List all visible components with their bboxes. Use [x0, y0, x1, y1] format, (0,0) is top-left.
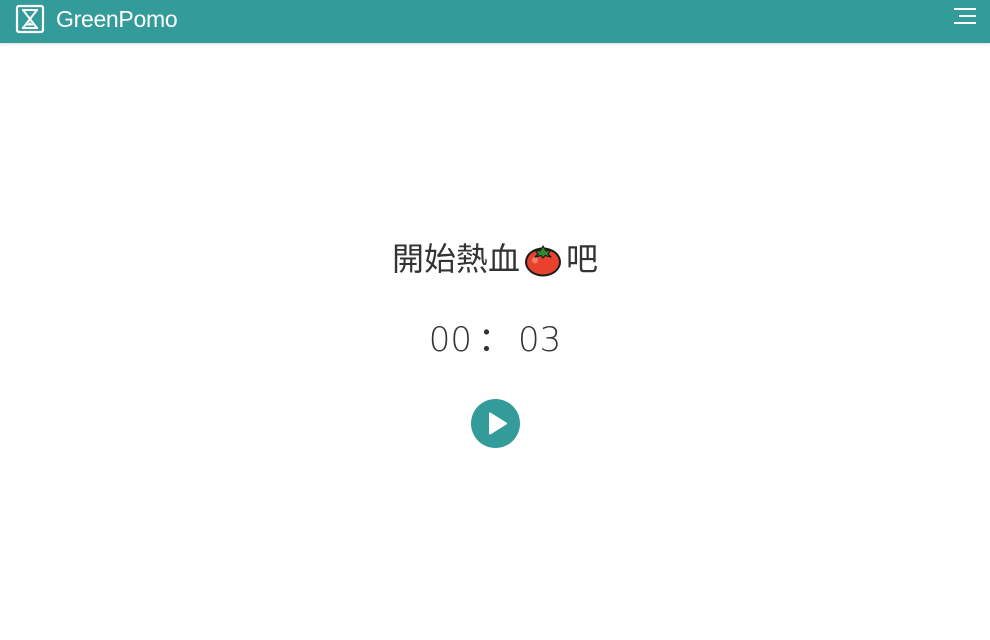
- brand-name: GreenPomo: [56, 6, 178, 32]
- motivation-heading: 開始熱血 吧: [0, 234, 990, 284]
- menu-toggle-button[interactable]: [954, 6, 976, 26]
- timer-minutes: 00: [428, 320, 472, 360]
- play-icon: [489, 412, 507, 435]
- countdown-timer: 00： 03: [0, 315, 990, 365]
- hamburger-menu-icon: [954, 8, 976, 24]
- brand-link[interactable]: GreenPomo: [15, 4, 178, 34]
- top-navbar: GreenPomo: [0, 0, 990, 43]
- timer-seconds: 03: [518, 320, 562, 360]
- heading-text-start: 開始熱血: [391, 240, 520, 278]
- timer-separator: ：: [478, 320, 512, 360]
- tomato-icon: [525, 245, 561, 277]
- hourglass-icon: [15, 4, 45, 34]
- heading-text-end: 吧: [566, 240, 599, 278]
- main-content: 開始熱血 吧 00： 03: [0, 43, 990, 640]
- play-button[interactable]: [471, 399, 520, 448]
